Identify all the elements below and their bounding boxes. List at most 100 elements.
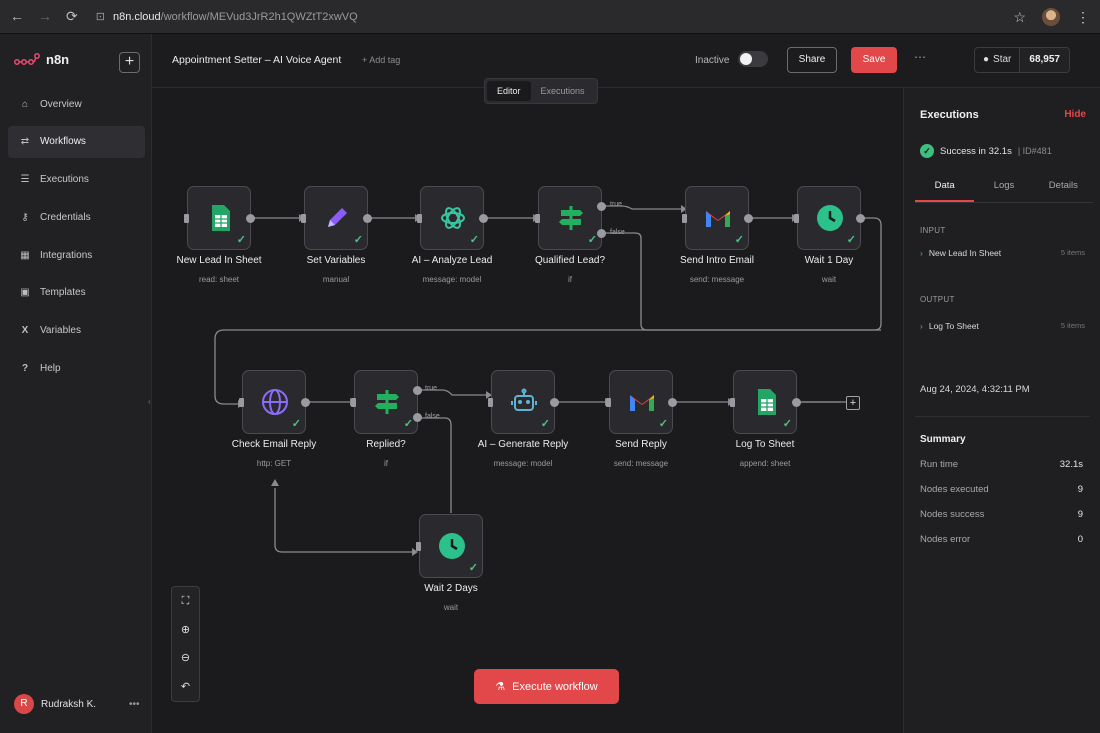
node-send-intro-email[interactable]: ✓ [682, 186, 753, 250]
add-node-button[interactable]: + [846, 396, 860, 410]
output-port[interactable] [301, 398, 310, 407]
sidebar-item-label: Executions [40, 174, 89, 186]
tab-logs[interactable]: Logs [974, 180, 1033, 202]
sidebar-item-templates[interactable]: ▣ Templates [8, 277, 145, 309]
sidebar-item-variables[interactable]: X Variables [8, 315, 145, 347]
tab-data[interactable]: Data [915, 180, 975, 202]
execute-workflow-button[interactable]: ⚗ Execute workflow [474, 669, 619, 704]
node-ai-analyze-lead[interactable]: ✓ [417, 186, 488, 250]
sidebar-item-workflows[interactable]: ⇄ Workflows [8, 125, 145, 158]
pencil-icon [322, 203, 352, 233]
more-options-icon[interactable]: ⋯ [914, 50, 927, 64]
reload-icon[interactable]: ⟳ [66, 8, 78, 25]
output-port[interactable] [668, 398, 677, 407]
node-subtitle: send: message [613, 459, 669, 468]
output-port-true[interactable] [413, 386, 422, 395]
node-subtitle: if [568, 275, 572, 284]
workflow-title[interactable]: Appointment Setter – AI Voice Agent [172, 54, 341, 66]
browser-menu-icon[interactable]: ⋮ [1076, 9, 1090, 26]
output-port[interactable] [550, 398, 559, 407]
create-new-button[interactable]: + [119, 52, 140, 73]
success-check-icon: ✓ [469, 234, 479, 246]
undo-icon[interactable]: ↶ [172, 673, 199, 702]
input-item-row[interactable]: › New Lead In Sheet 5 items [920, 248, 1085, 258]
active-toggle[interactable] [738, 51, 768, 67]
user-name: Rudraksh K. [41, 698, 97, 710]
url-host: n8n.cloud [112, 10, 161, 23]
output-section-label: OUTPUT [920, 295, 955, 304]
output-port[interactable] [246, 214, 255, 223]
tab-details[interactable]: Details [1034, 180, 1093, 202]
success-check-icon: ✓ [468, 562, 478, 574]
openai-icon [438, 203, 468, 233]
tab-executions[interactable]: Executions [531, 81, 595, 101]
user-menu[interactable]: R Rudraksh K. ••• [14, 694, 140, 714]
sidebar-item-label: Integrations [40, 249, 93, 261]
save-button[interactable]: Save [851, 47, 897, 73]
success-check-icon: ✓ [291, 418, 301, 430]
zoom-in-icon[interactable]: ⊕ [172, 616, 199, 645]
if-signpost-icon [556, 203, 586, 233]
variable-icon: X [21, 325, 29, 337]
node-ai-generate-reply[interactable]: ✓ [488, 370, 559, 434]
n8n-logo[interactable]: n8n [14, 52, 69, 67]
share-button[interactable]: Share [787, 47, 837, 73]
bookmark-star-icon[interactable]: ☆ [1013, 9, 1026, 26]
collapse-sidebar-icon[interactable]: ‹ [148, 397, 151, 406]
output-port-true[interactable] [597, 202, 606, 211]
node-send-reply[interactable]: ✓ [606, 370, 677, 434]
profile-avatar[interactable] [1042, 8, 1060, 26]
gmail-icon [703, 203, 733, 233]
clock-icon [437, 531, 467, 561]
output-port[interactable] [479, 214, 488, 223]
zoom-out-icon[interactable]: ⊖ [172, 644, 199, 673]
output-port[interactable] [744, 214, 753, 223]
node-wait-1-day[interactable]: ✓ [794, 186, 865, 250]
active-status-label: Inactive [695, 55, 730, 66]
summary-row: Nodes error 0 [920, 534, 1083, 545]
chevron-right-icon: › [920, 248, 923, 258]
output-port[interactable] [363, 214, 372, 223]
sidebar-item-credentials[interactable]: ⚷ Credentials [8, 201, 145, 233]
robot-icon [509, 387, 539, 417]
node-replied[interactable]: ✓ [351, 370, 422, 434]
output-port-false[interactable] [413, 413, 422, 422]
if-signpost-icon [372, 387, 402, 417]
success-check-icon: ✓ [782, 418, 792, 430]
google-sheets-icon [205, 203, 235, 233]
node-new-lead-in-sheet[interactable]: ✓ [184, 186, 255, 250]
success-check-icon: ✓ [920, 144, 934, 158]
github-star-button[interactable]: ● Star [975, 48, 1019, 72]
sidebar-item-label: Workflows [40, 136, 86, 148]
node-label: Log To Sheet [735, 439, 795, 450]
output-item-row[interactable]: › Log To Sheet 5 items [920, 321, 1085, 331]
divider [915, 416, 1090, 417]
more-options-icon[interactable]: ••• [129, 699, 140, 710]
github-star-widget[interactable]: ● Star 68,957 [974, 47, 1070, 73]
address-bar[interactable]: ⊡ n8n.cloud/workflow/MEVud3JrR2h1QWZtT2x… [96, 10, 358, 24]
node-log-to-sheet[interactable]: ✓ [730, 370, 801, 434]
site-info-icon[interactable]: ⊡ [96, 10, 105, 23]
node-qualified-lead[interactable]: ✓ [535, 186, 606, 250]
tab-editor[interactable]: Editor [487, 81, 531, 101]
sidebar-item-executions[interactable]: ☰ Executions [8, 164, 145, 196]
workflow-canvas[interactable]: ✓ ✓ ✓ ✓ ✓ ✓ true false New Lead In Sheet… [152, 88, 903, 733]
output-port-false[interactable] [597, 229, 606, 238]
input-item-name: New Lead In Sheet [928, 248, 1002, 258]
fit-view-icon[interactable]: ⛶ [172, 587, 199, 616]
output-port[interactable] [792, 398, 801, 407]
node-wait-2-days[interactable]: ✓ [416, 514, 483, 578]
success-check-icon: ✓ [846, 234, 856, 246]
add-tag-button[interactable]: + Add tag [362, 55, 400, 65]
sidebar-item-integrations[interactable]: ▦ Integrations [8, 239, 145, 271]
sidebar-item-help[interactable]: ? Help [8, 353, 145, 385]
node-check-email-reply[interactable]: ✓ [239, 370, 310, 434]
output-port[interactable] [856, 214, 865, 223]
node-set-variables[interactable]: ✓ [301, 186, 372, 250]
input-section-label: INPUT [920, 226, 946, 235]
forward-icon[interactable]: → [38, 8, 52, 25]
success-check-icon: ✓ [734, 234, 744, 246]
back-icon[interactable]: ← [10, 8, 24, 25]
sidebar-item-overview[interactable]: ⌂ Overview [8, 88, 145, 120]
hide-panel-button[interactable]: Hide [1064, 109, 1086, 120]
